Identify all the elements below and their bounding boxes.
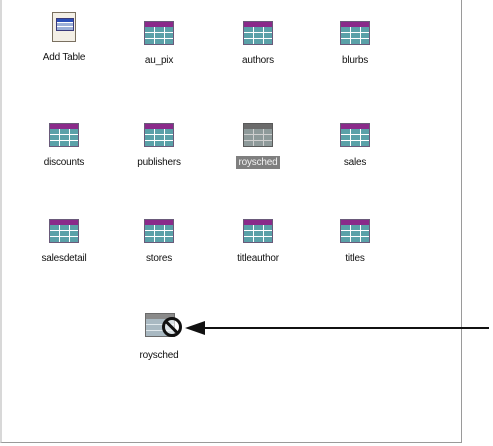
table-item-salesdetail[interactable]: salesdetail bbox=[22, 219, 106, 266]
no-access-table-icon bbox=[145, 313, 182, 341]
item-label: titleauthor bbox=[237, 253, 279, 264]
prohibited-icon bbox=[162, 317, 182, 337]
table-icon bbox=[340, 219, 370, 243]
table-item-authors[interactable]: authors bbox=[216, 21, 300, 68]
item-label: titles bbox=[345, 253, 365, 264]
item-label: roysched bbox=[139, 350, 179, 361]
table-icon bbox=[144, 219, 174, 243]
item-label: Add Table bbox=[42, 52, 86, 63]
table-item-stores[interactable]: stores bbox=[117, 219, 201, 266]
item-label: authors bbox=[242, 55, 274, 66]
table-item-titles[interactable]: titles bbox=[313, 219, 397, 266]
item-label: blurbs bbox=[341, 55, 369, 66]
table-item-discounts[interactable]: discounts bbox=[22, 123, 106, 170]
callout-arrow-line bbox=[203, 327, 489, 329]
table-item-blurbs[interactable]: blurbs bbox=[313, 21, 397, 68]
item-label: sales bbox=[343, 157, 367, 168]
add-table-icon bbox=[52, 12, 76, 42]
table-icon bbox=[144, 21, 174, 45]
table-icon bbox=[340, 123, 370, 147]
table-icon bbox=[340, 21, 370, 45]
add-table-item[interactable]: Add Table bbox=[22, 12, 106, 65]
table-item-sales[interactable]: sales bbox=[313, 123, 397, 170]
tables-panel: Add Table au_pix authors blurbs discount… bbox=[0, 0, 462, 443]
table-icon bbox=[243, 123, 273, 147]
item-label: salesdetail bbox=[41, 253, 87, 264]
table-icon bbox=[49, 123, 79, 147]
item-label: roysched bbox=[235, 156, 281, 169]
item-label: publishers bbox=[137, 157, 181, 168]
table-item-titleauthor[interactable]: titleauthor bbox=[216, 219, 300, 266]
table-icon bbox=[144, 123, 174, 147]
table-item-roysched[interactable]: roysched bbox=[216, 123, 300, 170]
table-icon bbox=[243, 21, 273, 45]
item-label: stores bbox=[145, 253, 173, 264]
item-label: au_pix bbox=[144, 55, 174, 66]
table-icon bbox=[49, 219, 79, 243]
item-label: discounts bbox=[43, 157, 85, 168]
table-item-publishers[interactable]: publishers bbox=[117, 123, 201, 170]
callout-arrow-head bbox=[185, 321, 205, 335]
table-item-au-pix[interactable]: au_pix bbox=[117, 21, 201, 68]
table-icon bbox=[243, 219, 273, 243]
